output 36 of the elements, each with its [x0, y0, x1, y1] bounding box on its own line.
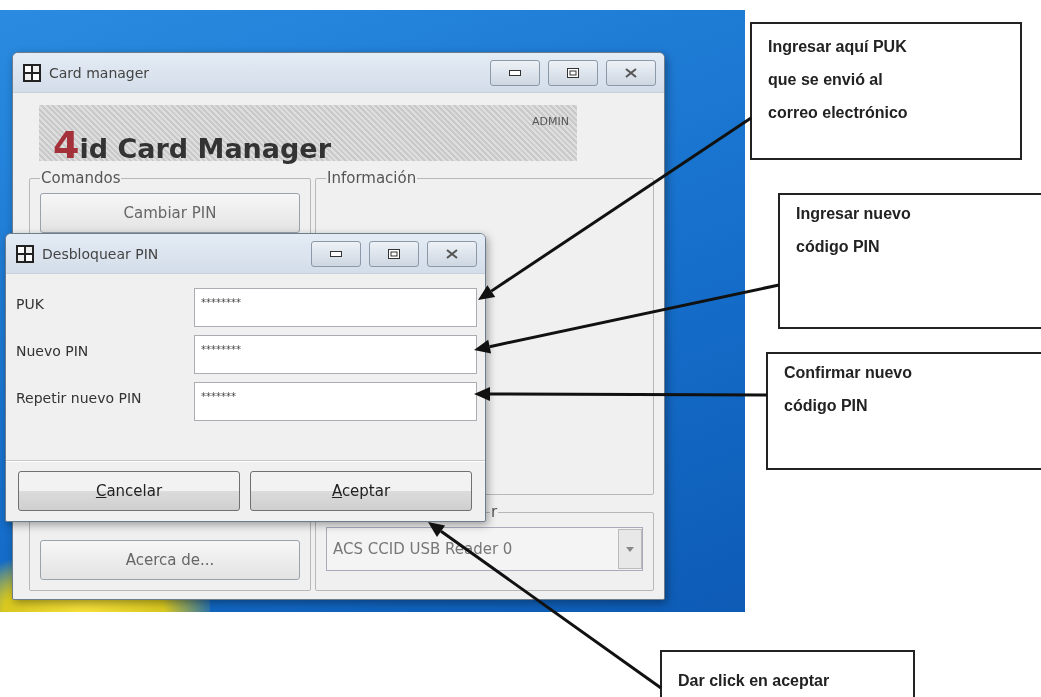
input-field[interactable]: ********	[194, 335, 477, 374]
role-label: ADMIN	[532, 115, 569, 128]
maximize-button[interactable]	[548, 59, 598, 86]
input-field[interactable]: *******	[194, 382, 477, 421]
close-icon	[625, 67, 637, 78]
group-label: Comandos	[40, 169, 122, 187]
minimize-button[interactable]	[490, 59, 540, 86]
field-label: PUK	[16, 295, 45, 312]
minimize-icon	[509, 69, 521, 76]
dialog-button[interactable]: Aceptar	[250, 471, 472, 511]
maximize-icon	[567, 67, 579, 78]
logo-text: 4id Card Manager	[53, 123, 331, 167]
callout-note: Confirmar nuevo código PIN	[766, 352, 1041, 470]
input-field[interactable]: ********	[194, 288, 477, 327]
group-label: Información	[326, 169, 418, 187]
field-label: Nuevo PIN	[16, 342, 90, 359]
callout-note: Ingresar aquí PUK que se envió al correo electrónico	[750, 22, 1022, 160]
close-icon	[446, 248, 458, 259]
minimize-icon	[330, 250, 342, 257]
command-button[interactable]: Cambiar PIN	[40, 193, 300, 233]
group-label: r	[490, 503, 499, 521]
callout-note: Dar click en aceptar	[660, 650, 915, 697]
app-icon	[16, 244, 34, 263]
app-icon	[23, 63, 41, 82]
callout-note: Ingresar nuevo código PIN	[778, 193, 1041, 329]
minimize-button[interactable]	[311, 240, 361, 267]
close-button[interactable]	[427, 240, 477, 267]
field-label: Repetir nuevo PIN	[16, 389, 143, 406]
window-title: Card manager	[49, 64, 151, 81]
caret-icon	[626, 546, 634, 552]
command-button[interactable]: Acerca de...	[40, 540, 300, 580]
dialog-button[interactable]: Cancelar	[18, 471, 240, 511]
maximize-icon	[388, 248, 400, 259]
close-button[interactable]	[606, 59, 656, 86]
window-title: Desbloquear PIN	[42, 245, 160, 262]
maximize-button[interactable]	[369, 240, 419, 267]
